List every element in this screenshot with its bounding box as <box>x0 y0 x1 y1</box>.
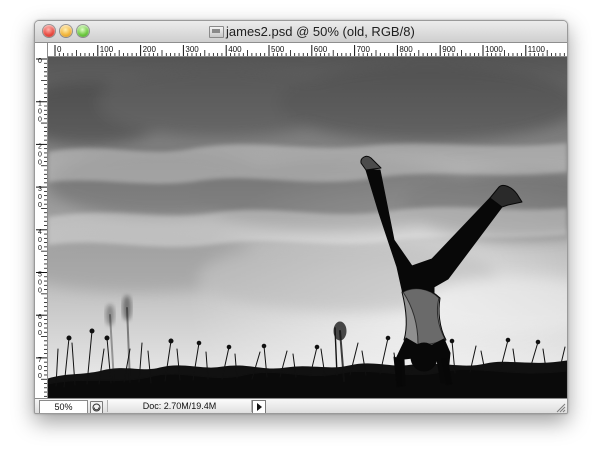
minimize-button[interactable] <box>60 25 72 37</box>
horizontal-ruler-label: 0 <box>57 45 62 54</box>
resize-grip-icon[interactable] <box>554 401 566 413</box>
vertical-ruler-label-digit: 6 <box>38 314 42 321</box>
zoom-level-field[interactable]: 50% <box>39 400 88 413</box>
vertical-ruler-label-digit: 1 <box>38 101 42 108</box>
vertical-ruler-label-digit: 0 <box>38 288 42 295</box>
document-size-status[interactable]: Doc: 2.70M/19.4M <box>107 400 252 412</box>
vertical-ruler-label-digit: 0 <box>38 365 42 372</box>
vertical-ruler-label-digit: 0 <box>38 280 42 287</box>
vertical-ruler-label-digit: 0 <box>38 373 42 380</box>
photo-canvas[interactable] <box>48 57 567 398</box>
horizontal-ruler-label: 500 <box>271 45 285 54</box>
handstand-photo <box>48 57 567 398</box>
preview-glyph-icon <box>92 403 101 412</box>
photoshop-document-window: james2.psd @ 50% (old, RGB/8) 0 100 200 300… <box>34 20 568 414</box>
vertical-ruler-label-digit: 0 <box>38 237 42 244</box>
vertical-ruler-label-digit: 0 <box>38 322 42 329</box>
vertical-ruler-label-digit: 0 <box>38 109 42 116</box>
horizontal-ruler-label: 600 <box>314 45 328 54</box>
vertical-ruler-label-digit: 4 <box>38 229 42 236</box>
document-proxy-icon[interactable] <box>209 26 224 38</box>
vertical-ruler-label-digit: 5 <box>38 272 42 279</box>
horizontal-ruler-label: 200 <box>143 45 157 54</box>
horizontal-ruler-label: 900 <box>442 45 456 54</box>
vertical-ruler-label-digit: 0 <box>38 245 42 252</box>
vertical-ruler-label-digit: 0 <box>38 330 42 337</box>
preview-icon[interactable] <box>90 401 103 413</box>
horizontal-ruler-label: 300 <box>185 45 199 54</box>
zoom-button[interactable] <box>77 25 89 37</box>
status-menu-triangle-icon[interactable] <box>252 400 266 413</box>
horizontal-ruler-label: 700 <box>357 45 371 54</box>
title-bar[interactable]: james2.psd @ 50% (old, RGB/8) <box>35 21 567 43</box>
ruler-origin[interactable] <box>35 43 48 57</box>
vertical-ruler[interactable]: 0100200300400500600700 <box>35 56 48 398</box>
vertical-ruler-graphic: 0100200300400500600700 <box>36 58 47 397</box>
vertical-ruler-label-digit: 0 <box>38 202 42 209</box>
horizontal-ruler-label: 1100 <box>528 45 546 54</box>
vertical-ruler-label-digit: 2 <box>38 143 42 150</box>
horizontal-ruler-label: 1000 <box>485 45 503 54</box>
close-button[interactable] <box>43 25 55 37</box>
vertical-ruler-label-digit: 7 <box>38 357 42 364</box>
horizontal-ruler-label: 100 <box>100 45 114 54</box>
horizontal-ruler[interactable]: 0 100 200 300 400 500 600 700 800 900 1000 1100 <box>48 43 567 57</box>
vertical-ruler-label-digit: 0 <box>38 194 42 201</box>
vertical-ruler-label-digit: 3 <box>38 186 42 193</box>
vertical-ruler-label-digit: 0 <box>38 151 42 158</box>
vertical-ruler-label-digit: 0 <box>38 159 42 166</box>
horizontal-ruler-label: 800 <box>399 45 413 54</box>
status-bar: 50% Doc: 2.70M/19.4M <box>35 398 567 413</box>
horizontal-ruler-graphic: 0 100 200 300 400 500 600 700 800 900 1000 1100 <box>54 45 565 56</box>
window-title: james2.psd @ 50% (old, RGB/8) <box>226 24 415 39</box>
vertical-ruler-label-digit: 0 <box>38 117 42 124</box>
horizontal-ruler-label: 400 <box>228 45 242 54</box>
vertical-ruler-label-digit: 0 <box>38 58 42 65</box>
